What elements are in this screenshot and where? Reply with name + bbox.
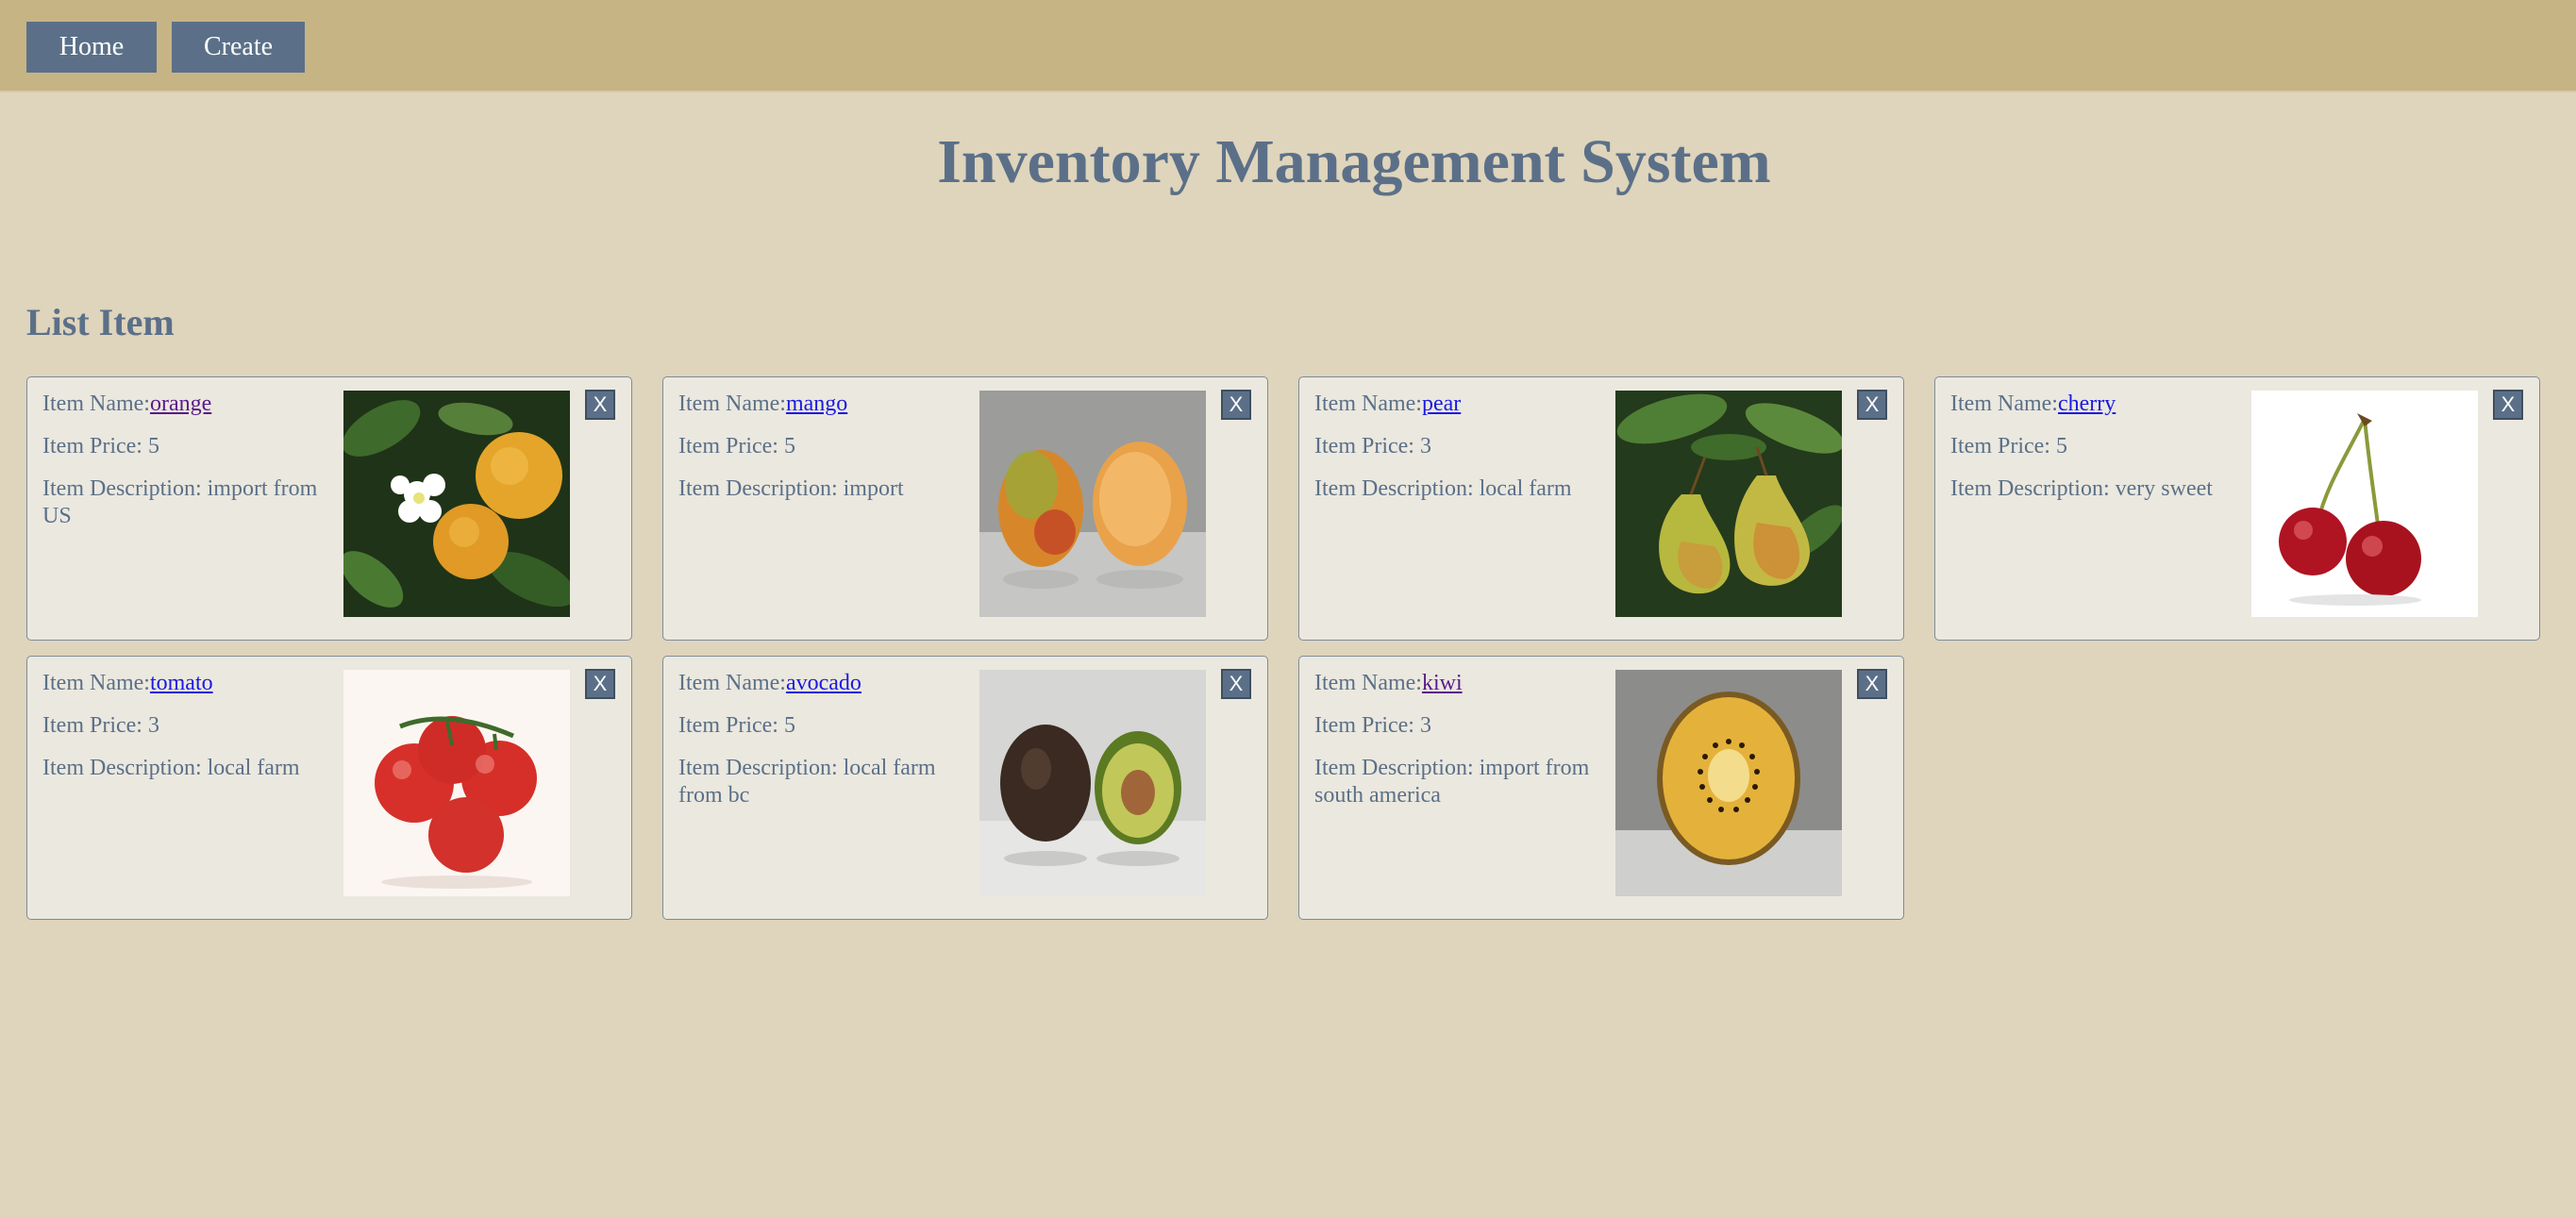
item-description-label: Item Description: <box>42 756 208 780</box>
item-name-link[interactable]: orange <box>150 392 211 416</box>
delete-item-button[interactable]: X <box>1221 669 1251 699</box>
item-name-link[interactable]: tomato <box>150 671 213 695</box>
kiwi-image <box>1615 670 1842 896</box>
item-description-line: Item Description: local farm from bc <box>678 755 962 809</box>
item-name-line: Item Name:tomato <box>42 670 326 697</box>
item-details: Item Name:orange Item Price: 5 Item Desc… <box>42 391 326 545</box>
delete-item-button[interactable]: X <box>1857 390 1887 420</box>
item-card: Item Name:orange Item Price: 5 Item Desc… <box>26 376 632 641</box>
item-name-link[interactable]: mango <box>786 392 847 416</box>
item-description-line: Item Description: local farm <box>1314 475 1597 503</box>
item-name-link[interactable]: avocado <box>786 671 861 695</box>
item-name-label: Item Name: <box>42 671 150 695</box>
item-name-line: Item Name:avocado <box>678 670 962 697</box>
delete-item-button[interactable]: X <box>585 669 615 699</box>
item-description-label: Item Description: <box>1950 476 2116 501</box>
item-description-line: Item Description: import from US <box>42 475 326 530</box>
item-details: Item Name:avocado Item Price: 5 Item Des… <box>678 670 962 825</box>
cherry-image <box>2251 391 2478 617</box>
item-price-value: 5 <box>147 434 159 458</box>
item-price-line: Item Price: 3 <box>1314 433 1597 460</box>
item-name-line: Item Name:cherry <box>1950 391 2233 418</box>
item-card: Item Name:mango Item Price: 5 Item Descr… <box>662 376 1268 641</box>
item-details: Item Name:kiwi Item Price: 3 Item Descri… <box>1314 670 1597 825</box>
avocado-image <box>979 670 1206 896</box>
item-name-label: Item Name: <box>678 392 786 416</box>
delete-item-button[interactable]: X <box>1857 669 1887 699</box>
item-name-label: Item Name: <box>678 671 786 695</box>
item-details: Item Name:cherry Item Price: 5 Item Desc… <box>1950 391 2233 518</box>
item-price-label: Item Price: <box>42 434 148 458</box>
item-description-label: Item Description: <box>678 756 844 780</box>
item-card: Item Name:kiwi Item Price: 3 Item Descri… <box>1298 656 1904 920</box>
item-description-value: import <box>843 476 904 501</box>
item-card: Item Name:pear Item Price: 3 Item Descri… <box>1298 376 1904 641</box>
item-price-value: 5 <box>2055 434 2067 458</box>
delete-item-button[interactable]: X <box>2493 390 2523 420</box>
item-price-value: 5 <box>783 434 795 458</box>
item-description-value: very sweet <box>2115 476 2213 501</box>
item-details: Item Name:tomato Item Price: 3 Item Desc… <box>42 670 326 797</box>
item-name-line: Item Name:kiwi <box>1314 670 1597 697</box>
item-details: Item Name:mango Item Price: 5 Item Descr… <box>678 391 962 518</box>
item-name-link[interactable]: kiwi <box>1422 671 1463 695</box>
item-card: Item Name:tomato Item Price: 3 Item Desc… <box>26 656 632 920</box>
item-description-label: Item Description: <box>678 476 844 501</box>
item-price-line: Item Price: 5 <box>42 433 326 460</box>
create-button[interactable]: Create <box>172 22 305 73</box>
top-navbar: Home Create <box>0 0 2576 92</box>
item-price-line: Item Price: 5 <box>678 433 962 460</box>
item-description-label: Item Description: <box>1314 756 1480 780</box>
delete-item-button[interactable]: X <box>585 390 615 420</box>
item-price-value: 3 <box>1419 713 1431 738</box>
item-name-line: Item Name:pear <box>1314 391 1597 418</box>
item-price-line: Item Price: 5 <box>1950 433 2233 460</box>
pear-image <box>1615 391 1842 617</box>
page-title: Inventory Management System <box>937 127 1771 196</box>
item-card: Item Name:avocado Item Price: 5 Item Des… <box>662 656 1268 920</box>
item-name-link[interactable]: cherry <box>2058 392 2116 416</box>
mango-image <box>979 391 1206 617</box>
delete-item-button[interactable]: X <box>1221 390 1251 420</box>
item-price-line: Item Price: 5 <box>678 712 962 740</box>
item-price-label: Item Price: <box>678 434 784 458</box>
item-name-label: Item Name: <box>1314 671 1422 695</box>
item-price-value: 5 <box>783 713 795 738</box>
item-price-value: 3 <box>1419 434 1431 458</box>
item-price-label: Item Price: <box>1950 434 2056 458</box>
item-description-line: Item Description: import <box>678 475 962 503</box>
item-card: Item Name:cherry Item Price: 5 Item Desc… <box>1934 376 2540 641</box>
item-description-line: Item Description: very sweet <box>1950 475 2233 503</box>
item-price-line: Item Price: 3 <box>1314 712 1597 740</box>
item-name-line: Item Name:orange <box>42 391 326 418</box>
item-details: Item Name:pear Item Price: 3 Item Descri… <box>1314 391 1597 518</box>
item-price-label: Item Price: <box>678 713 784 738</box>
item-name-line: Item Name:mango <box>678 391 962 418</box>
item-price-label: Item Price: <box>1314 434 1420 458</box>
item-description-line: Item Description: import from south amer… <box>1314 755 1597 809</box>
item-price-label: Item Price: <box>42 713 148 738</box>
item-description-line: Item Description: local farm <box>42 755 326 782</box>
home-button[interactable]: Home <box>26 22 157 73</box>
item-price-value: 3 <box>147 713 159 738</box>
item-name-label: Item Name: <box>1950 392 2058 416</box>
section-title: List Item <box>26 301 175 343</box>
item-description-label: Item Description: <box>42 476 208 501</box>
item-description-value: local farm <box>1479 476 1572 501</box>
item-name-label: Item Name: <box>1314 392 1422 416</box>
item-price-line: Item Price: 3 <box>42 712 326 740</box>
item-name-label: Item Name: <box>42 392 150 416</box>
item-price-label: Item Price: <box>1314 713 1420 738</box>
item-description-value: local farm <box>207 756 300 780</box>
item-description-label: Item Description: <box>1314 476 1480 501</box>
item-name-link[interactable]: pear <box>1422 392 1461 416</box>
tomato-image <box>343 670 570 896</box>
orange-image <box>343 391 570 617</box>
